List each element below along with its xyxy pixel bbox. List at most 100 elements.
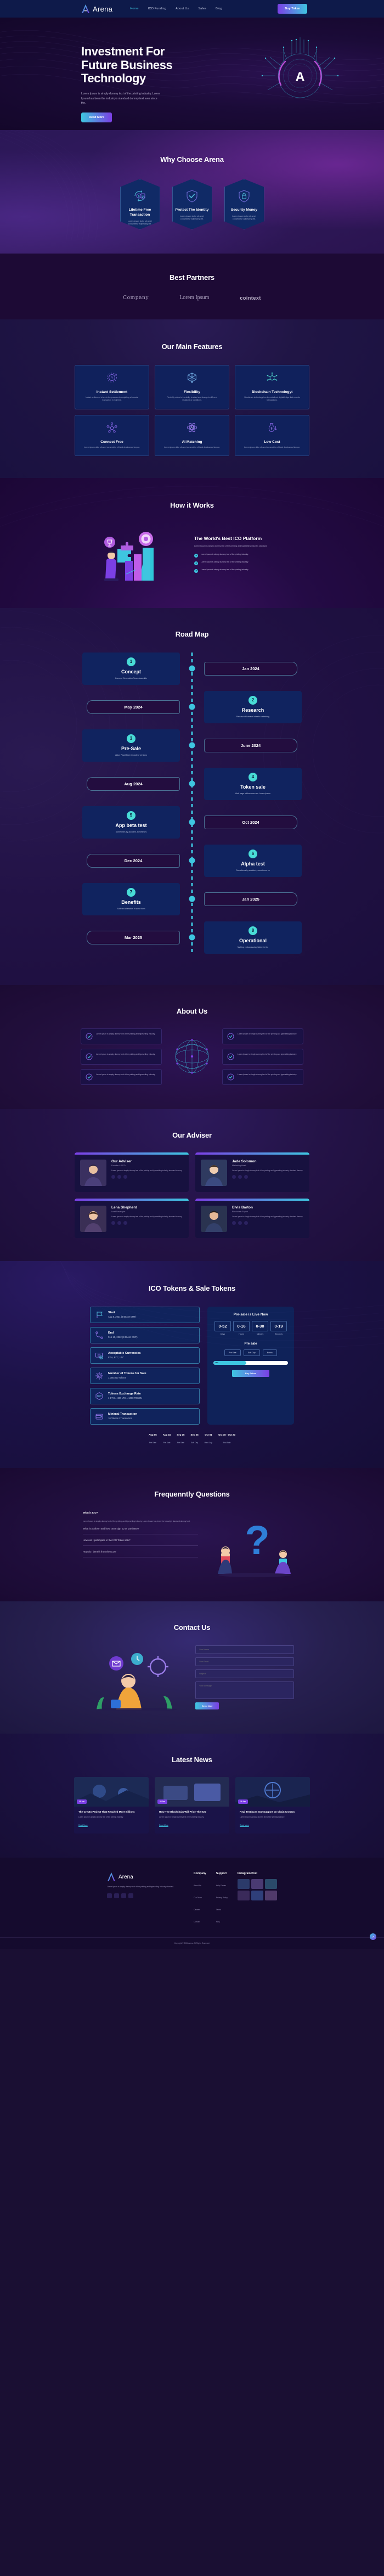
nav-item-ico-funding[interactable]: ICO Funding bbox=[148, 7, 166, 10]
how-it-works-title: How it Works bbox=[170, 500, 214, 509]
partner-logo-company[interactable]: Company bbox=[123, 295, 149, 301]
news-read-more-link[interactable]: Read More bbox=[159, 1824, 168, 1826]
twitter-icon[interactable] bbox=[117, 1220, 121, 1225]
how-point-text: Lorem Ipsum is simply dummy text of the … bbox=[201, 553, 249, 555]
why-card-security-money[interactable]: Security Money Lorem ipsum dolor sit ame… bbox=[224, 179, 264, 229]
features-title: Our Main Features bbox=[161, 342, 223, 351]
instagram-thumb[interactable] bbox=[251, 1879, 263, 1889]
why-card-lifetime-free-transaction[interactable]: $ Lifetime Free Transaction Lorem ipsum … bbox=[120, 179, 160, 229]
partner-logo-cointext[interactable]: cointext bbox=[240, 295, 261, 301]
facebook-icon[interactable] bbox=[111, 1220, 115, 1225]
roadmap-card-app-beta-test[interactable]: 5 App beta test Sometimes by accident, s… bbox=[82, 806, 180, 839]
scale-item: Oct 10 - Oct 23 End Sale bbox=[218, 1433, 235, 1446]
footer-link[interactable]: Help Center bbox=[216, 1885, 226, 1887]
instagram-thumb[interactable] bbox=[264, 1891, 277, 1901]
adviser-card[interactable]: Our Adviser Founder & CEO Lorem Ipsum is… bbox=[75, 1152, 189, 1192]
footer-link[interactable]: Contact bbox=[194, 1921, 200, 1923]
nav-item-about-us[interactable]: About Us bbox=[176, 7, 189, 10]
instagram-thumb[interactable] bbox=[237, 1879, 250, 1889]
feature-card-instant-settlement[interactable]: Instant Settlement Instant settlement re… bbox=[75, 365, 149, 409]
faq-question[interactable]: What is platform and how can I sign up o… bbox=[83, 1527, 198, 1535]
news-card[interactable]: 25 Jan The Crypto Project That Reached M… bbox=[74, 1776, 149, 1834]
brand-logo[interactable]: Arena bbox=[81, 4, 112, 14]
hero-read-more-button[interactable]: Read More bbox=[81, 113, 112, 123]
linkedin-icon[interactable] bbox=[244, 1220, 248, 1225]
why-card-protect-the-identity[interactable]: Protect The Identity Lorem ipsum dolor s… bbox=[172, 179, 212, 229]
roadmap-card-concept[interactable]: 1 Concept Concept Generation Team Assemb… bbox=[82, 652, 180, 685]
facebook-icon[interactable] bbox=[232, 1174, 236, 1179]
twitter-icon[interactable] bbox=[238, 1220, 242, 1225]
feature-card-low-cost[interactable]: $ Low Cost Lorem ipsum dolor sit amet co… bbox=[235, 414, 309, 456]
roadmap-card-operational[interactable]: 8 Operational Nything embarrassing hidde… bbox=[204, 921, 302, 954]
faq-question[interactable]: How do I benefit from the ICO? bbox=[83, 1550, 198, 1558]
adviser-desc: Lorem Ipsum is simply dummy text of the … bbox=[111, 1215, 183, 1218]
news-card[interactable]: 25 Jan Real Testing In ICO Support on Ch… bbox=[235, 1776, 310, 1834]
faq-list: What is ICO? Lorem Ipsum is simply dummy… bbox=[83, 1511, 198, 1558]
nav-item-sales[interactable]: Sales bbox=[198, 7, 206, 10]
roadmap-card-benefits[interactable]: 7 Benefits Suffered alteration in some f… bbox=[82, 882, 180, 915]
news-card[interactable]: 25 Jan How The Blockchain Will Price The… bbox=[155, 1776, 229, 1834]
news-read-more-link[interactable]: Read More bbox=[240, 1824, 249, 1826]
name-field[interactable] bbox=[195, 1645, 294, 1655]
faq-illustration: ? bbox=[218, 1517, 291, 1577]
feature-card-connect-free[interactable]: Connect Free Lorem ipsum dolor sit amet … bbox=[75, 414, 149, 456]
instagram-thumb[interactable] bbox=[264, 1879, 277, 1889]
feature-card-blockchain-technology[interactable]: Blockchain Technologyt Blockchain techno… bbox=[235, 365, 309, 409]
timeline-dot bbox=[189, 742, 195, 749]
footer-link[interactable]: Privacy Policy bbox=[216, 1897, 228, 1899]
twitter-icon[interactable] bbox=[238, 1174, 242, 1179]
partner-logo-lorem-ipsum[interactable]: Lorem Ipsum bbox=[179, 295, 209, 301]
email-field[interactable] bbox=[195, 1657, 294, 1667]
send-now-button[interactable]: Send Now bbox=[195, 1702, 219, 1710]
scale-label: Pre Sale bbox=[149, 1441, 156, 1444]
faq-question[interactable]: How can I participate in the ICO Token s… bbox=[83, 1539, 198, 1546]
feature-card-flexibility[interactable]: Flexibility Flexibility refers to the ab… bbox=[155, 365, 229, 409]
roadmap-step-number: 8 bbox=[249, 926, 257, 935]
about-item-text: Lorem Ipsum is simply dummy text of the … bbox=[238, 1032, 297, 1035]
contact-form[interactable]: Send Now bbox=[195, 1645, 294, 1710]
buy-token-button[interactable]: Buy Token bbox=[278, 4, 307, 14]
roadmap-card-research[interactable]: 2 Research Release of Letraset sheets co… bbox=[204, 690, 302, 723]
roadmap-card-pre-sale[interactable]: 3 Pre-Sale Aldus PageMaker including ver… bbox=[82, 729, 180, 762]
tab-soft-cap[interactable]: Soft Cap bbox=[243, 1349, 260, 1356]
check-badge-icon bbox=[86, 1033, 93, 1040]
roadmap-card-alpha-test[interactable]: 6 Alpha test Sometimes by accident, some… bbox=[204, 844, 302, 877]
footer-link[interactable]: About Us bbox=[194, 1885, 201, 1887]
linkedin-icon[interactable] bbox=[123, 1220, 127, 1225]
footer-link[interactable]: FAQ bbox=[216, 1921, 220, 1923]
faq-question[interactable]: What is ICO? bbox=[83, 1511, 198, 1518]
adviser-card[interactable]: Lena Shepherd Lead Developer Lorem Ipsum… bbox=[75, 1198, 189, 1238]
footer-link[interactable]: Terms bbox=[216, 1909, 221, 1911]
twitter-icon[interactable] bbox=[117, 1174, 121, 1179]
feature-card-ai-matching[interactable]: AI AI Matching Lorem ipsum dolor sit ame… bbox=[155, 414, 229, 456]
facebook-icon[interactable] bbox=[111, 1174, 115, 1179]
roadmap-card-desc: Aldus PageMaker including versions bbox=[115, 753, 147, 756]
adviser-card[interactable]: Jade Solomon Marketing Head Lorem Ipsum … bbox=[195, 1152, 309, 1192]
footer-link[interactable]: Careers bbox=[194, 1909, 200, 1911]
linkedin-icon[interactable] bbox=[244, 1174, 248, 1179]
twitter-icon[interactable] bbox=[114, 1893, 120, 1898]
faq-item-open[interactable]: What is ICO? Lorem Ipsum is simply dummy… bbox=[83, 1511, 198, 1523]
nav-item-home[interactable]: Home bbox=[130, 7, 138, 10]
instagram-thumb[interactable] bbox=[251, 1891, 263, 1901]
footer-link[interactable]: Our Team bbox=[194, 1897, 202, 1899]
why-card-desc: Lorem ipsum dolor sit amet consectetur a… bbox=[232, 215, 256, 221]
linkedin-icon[interactable] bbox=[128, 1893, 134, 1898]
linkedin-icon[interactable] bbox=[123, 1174, 127, 1179]
tab-bonus[interactable]: Bonus bbox=[262, 1349, 277, 1356]
news-read-more-link[interactable]: Read More bbox=[78, 1824, 88, 1826]
tab-pre-sale[interactable]: Pre Sale bbox=[224, 1349, 241, 1356]
nav-item-blog[interactable]: Blog bbox=[216, 7, 222, 10]
message-field[interactable] bbox=[195, 1681, 294, 1700]
instagram-thumb[interactable] bbox=[237, 1891, 250, 1901]
facebook-icon[interactable] bbox=[107, 1893, 112, 1898]
adviser-card[interactable]: Elvis Barton Blockchain Expert Lorem Ips… bbox=[195, 1198, 309, 1238]
roadmap-card-token-sale[interactable]: 4 Token sale Web page editors now use Lo… bbox=[204, 767, 302, 800]
scale-item: Aug 05 Pre Sale bbox=[149, 1433, 157, 1446]
presale-buy-token-button[interactable]: Buy Token bbox=[232, 1369, 269, 1377]
subject-field[interactable] bbox=[195, 1669, 294, 1679]
instagram-icon[interactable] bbox=[121, 1893, 127, 1898]
footer-logo[interactable]: Arena bbox=[107, 1872, 184, 1882]
instagram-thumbnails bbox=[237, 1879, 277, 1901]
facebook-icon[interactable] bbox=[232, 1220, 236, 1225]
